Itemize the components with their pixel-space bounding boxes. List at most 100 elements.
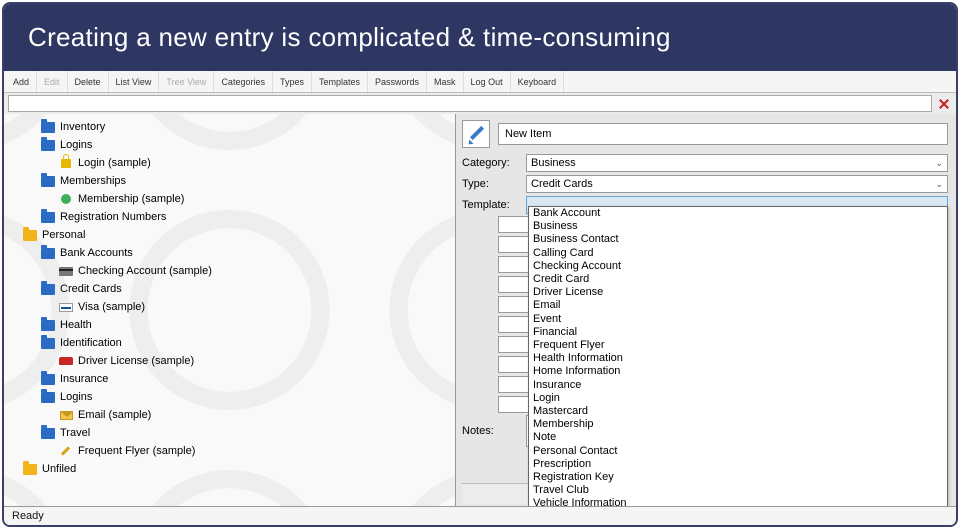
toolbar-categories[interactable]: Categories bbox=[214, 71, 273, 92]
template-option[interactable]: Checking Account bbox=[529, 260, 947, 273]
toolbar-delete[interactable]: Delete bbox=[68, 71, 109, 92]
tree-item-label: Registration Numbers bbox=[60, 211, 166, 223]
tree-item[interactable]: Travel bbox=[4, 424, 455, 442]
toolbar-log-out[interactable]: Log Out bbox=[464, 71, 511, 92]
tree-item-label: Identification bbox=[60, 337, 122, 349]
template-option[interactable]: Home Information bbox=[529, 365, 947, 378]
template-option[interactable]: Personal Contact bbox=[529, 445, 947, 458]
type-select[interactable]: Credit Cards ⌄ bbox=[526, 175, 948, 193]
tree-item[interactable]: Unfiled bbox=[4, 460, 455, 478]
tree-item-label: Travel bbox=[60, 427, 90, 439]
tree-scroll[interactable]: InventoryLoginsLogin (sample)Memberships… bbox=[4, 114, 455, 506]
category-label: Category: bbox=[462, 157, 520, 169]
tree-item[interactable]: Inventory bbox=[4, 118, 455, 136]
folder-icon bbox=[40, 210, 56, 224]
template-option[interactable]: Insurance bbox=[529, 379, 947, 392]
template-option[interactable]: Mastercard bbox=[529, 405, 947, 418]
clear-search-icon[interactable] bbox=[936, 96, 952, 112]
tree-item[interactable]: Identification bbox=[4, 334, 455, 352]
template-option[interactable]: Membership bbox=[529, 418, 947, 431]
tree-item[interactable]: Visa (sample) bbox=[4, 298, 455, 316]
tree-item-label: Email (sample) bbox=[78, 409, 151, 421]
tree-item[interactable]: Personal bbox=[4, 226, 455, 244]
toolbar-list-view[interactable]: List View bbox=[109, 71, 160, 92]
folder-icon bbox=[40, 426, 56, 440]
visa-icon bbox=[58, 300, 74, 314]
template-option[interactable]: Bank Account bbox=[529, 207, 947, 220]
tree-item[interactable]: Logins bbox=[4, 136, 455, 154]
template-option[interactable]: Driver License bbox=[529, 286, 947, 299]
tree-item[interactable]: Memberships bbox=[4, 172, 455, 190]
tree-item-label: Checking Account (sample) bbox=[78, 265, 212, 277]
toolbar-passwords[interactable]: Passwords bbox=[368, 71, 427, 92]
folder-icon bbox=[40, 372, 56, 386]
folder-icon bbox=[40, 282, 56, 296]
notes-label: Notes: bbox=[462, 425, 520, 437]
folder-yellow-icon bbox=[22, 462, 38, 476]
template-option[interactable]: Business Contact bbox=[529, 233, 947, 246]
type-value: Credit Cards bbox=[531, 178, 593, 190]
tree-item-label: Unfiled bbox=[42, 463, 76, 475]
tree-item-label: Visa (sample) bbox=[78, 301, 145, 313]
template-option[interactable]: Frequent Flyer bbox=[529, 339, 947, 352]
folder-icon bbox=[40, 246, 56, 260]
toolbar-add[interactable]: Add bbox=[6, 71, 37, 92]
folder-icon bbox=[40, 174, 56, 188]
template-option[interactable]: Vehicle Information bbox=[529, 497, 947, 506]
tree-item[interactable]: Membership (sample) bbox=[4, 190, 455, 208]
folder-icon bbox=[40, 318, 56, 332]
toolbar-mask[interactable]: Mask bbox=[427, 71, 464, 92]
template-dropdown-list[interactable]: Bank AccountBusinessBusiness ContactCall… bbox=[528, 206, 948, 506]
tree-item[interactable]: Bank Accounts bbox=[4, 244, 455, 262]
item-title-input[interactable] bbox=[498, 123, 948, 145]
folder-icon bbox=[40, 138, 56, 152]
tree-item-label: Membership (sample) bbox=[78, 193, 184, 205]
tree-item[interactable]: Health bbox=[4, 316, 455, 334]
person-icon bbox=[58, 192, 74, 206]
template-option[interactable]: Financial bbox=[529, 326, 947, 339]
tree-item[interactable]: Registration Numbers bbox=[4, 208, 455, 226]
status-bar: Ready bbox=[4, 506, 956, 525]
template-option[interactable]: Calling Card bbox=[529, 247, 947, 260]
app-window: AddEditDeleteList ViewTree ViewCategorie… bbox=[4, 71, 956, 525]
tree-item[interactable]: Email (sample) bbox=[4, 406, 455, 424]
toolbar-keyboard[interactable]: Keyboard bbox=[511, 71, 565, 92]
template-option[interactable]: Event bbox=[529, 313, 947, 326]
tree-item[interactable]: Login (sample) bbox=[4, 154, 455, 172]
toolbar-types[interactable]: Types bbox=[273, 71, 312, 92]
template-option[interactable]: Login bbox=[529, 392, 947, 405]
tree-item[interactable]: Logins bbox=[4, 388, 455, 406]
search-row bbox=[4, 93, 956, 114]
lock-icon bbox=[58, 156, 74, 170]
toolbar-tree-view: Tree View bbox=[159, 71, 214, 92]
tree-item-label: Health bbox=[60, 319, 92, 331]
toolbar-templates[interactable]: Templates bbox=[312, 71, 368, 92]
search-input[interactable] bbox=[8, 95, 932, 112]
tree-item-label: Login (sample) bbox=[78, 157, 151, 169]
banner-title: Creating a new entry is complicated & ti… bbox=[4, 4, 956, 71]
category-select[interactable]: Business ⌄ bbox=[526, 154, 948, 172]
wrench-icon bbox=[58, 444, 74, 458]
template-option[interactable]: Registration Key bbox=[529, 471, 947, 484]
template-option[interactable]: Credit Card bbox=[529, 273, 947, 286]
chevron-down-icon: ⌄ bbox=[935, 179, 943, 190]
tree-item[interactable]: Driver License (sample) bbox=[4, 352, 455, 370]
template-option[interactable]: Business bbox=[529, 220, 947, 233]
template-option[interactable]: Email bbox=[529, 299, 947, 312]
template-option[interactable]: Prescription bbox=[529, 458, 947, 471]
car-icon bbox=[58, 354, 74, 368]
folder-icon bbox=[40, 120, 56, 134]
folder-icon bbox=[40, 390, 56, 404]
card-icon bbox=[58, 264, 74, 278]
tree-item[interactable]: Insurance bbox=[4, 370, 455, 388]
tree-item[interactable]: Frequent Flyer (sample) bbox=[4, 442, 455, 460]
tree-item-label: Insurance bbox=[60, 373, 108, 385]
tree-item-label: Personal bbox=[42, 229, 85, 241]
folder-icon bbox=[40, 336, 56, 350]
tree-item[interactable]: Checking Account (sample) bbox=[4, 262, 455, 280]
tree-item-label: Logins bbox=[60, 391, 92, 403]
template-option[interactable]: Travel Club bbox=[529, 484, 947, 497]
tree-item[interactable]: Credit Cards bbox=[4, 280, 455, 298]
template-option[interactable]: Health Information bbox=[529, 352, 947, 365]
template-option[interactable]: Note bbox=[529, 431, 947, 444]
